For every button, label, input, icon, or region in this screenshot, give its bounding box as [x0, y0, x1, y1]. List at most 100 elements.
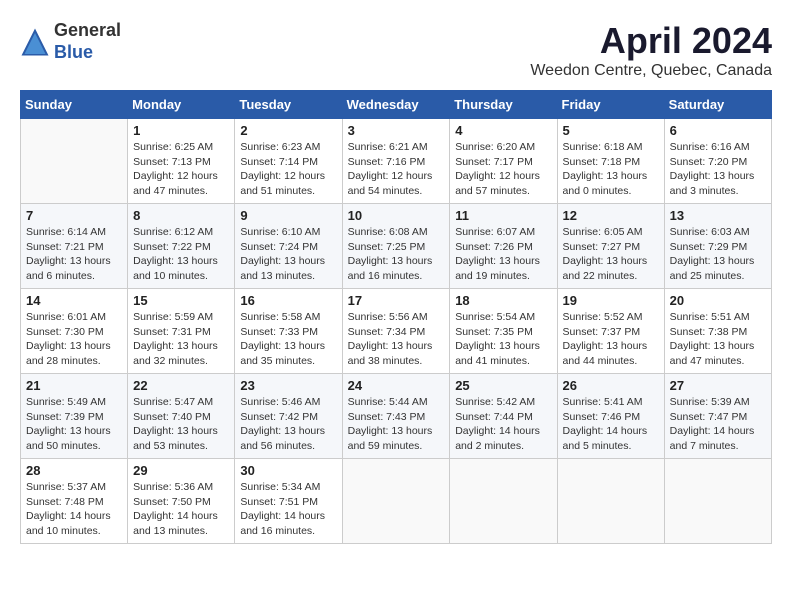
day-number: 9: [240, 208, 336, 223]
day-cell: 15 Sunrise: 5:59 AM Sunset: 7:31 PM Dayli…: [128, 289, 235, 374]
day-cell: 30 Sunrise: 5:34 AM Sunset: 7:51 PM Dayli…: [235, 459, 342, 544]
day-cell: 13 Sunrise: 6:03 AM Sunset: 7:29 PM Dayli…: [664, 204, 771, 289]
day-number: 19: [563, 293, 659, 308]
day-info: Sunrise: 5:42 AM Sunset: 7:44 PM Dayligh…: [455, 395, 551, 454]
day-info: Sunrise: 6:05 AM Sunset: 7:27 PM Dayligh…: [563, 225, 659, 284]
day-cell: 12 Sunrise: 6:05 AM Sunset: 7:27 PM Dayli…: [557, 204, 664, 289]
day-info: Sunrise: 5:39 AM Sunset: 7:47 PM Dayligh…: [670, 395, 766, 454]
day-info: Sunrise: 6:16 AM Sunset: 7:20 PM Dayligh…: [670, 140, 766, 199]
day-info: Sunrise: 6:18 AM Sunset: 7:18 PM Dayligh…: [563, 140, 659, 199]
day-info: Sunrise: 5:51 AM Sunset: 7:38 PM Dayligh…: [670, 310, 766, 369]
day-cell: 10Sunrise: 6:08 AM Sunset: 7:25 PM Dayli…: [342, 204, 450, 289]
day-number: 3: [348, 123, 445, 138]
day-cell: 27 Sunrise: 5:39 AM Sunset: 7:47 PM Dayli…: [664, 374, 771, 459]
day-number: 28: [26, 463, 122, 478]
day-number: 11: [455, 208, 551, 223]
day-info: Sunrise: 6:12 AM Sunset: 7:22 PM Dayligh…: [133, 225, 229, 284]
day-info: Sunrise: 6:03 AM Sunset: 7:29 PM Dayligh…: [670, 225, 766, 284]
day-cell: 18 Sunrise: 5:54 AM Sunset: 7:35 PM Dayli…: [450, 289, 557, 374]
day-number: 5: [563, 123, 659, 138]
day-info: Sunrise: 5:49 AM Sunset: 7:39 PM Dayligh…: [26, 395, 122, 454]
calendar-header-row: SundayMondayTuesdayWednesdayThursdayFrid…: [21, 91, 772, 119]
day-number: 13: [670, 208, 766, 223]
day-cell: [450, 459, 557, 544]
day-info: Sunrise: 5:59 AM Sunset: 7:31 PM Dayligh…: [133, 310, 229, 369]
day-info: Sunrise: 5:58 AM Sunset: 7:33 PM Dayligh…: [240, 310, 336, 369]
day-info: Sunrise: 5:46 AM Sunset: 7:42 PM Dayligh…: [240, 395, 336, 454]
day-info: Sunrise: 6:23 AM Sunset: 7:14 PM Dayligh…: [240, 140, 336, 199]
day-number: 22: [133, 378, 229, 393]
day-cell: 17Sunrise: 5:56 AM Sunset: 7:34 PM Dayli…: [342, 289, 450, 374]
day-cell: 9 Sunrise: 6:10 AM Sunset: 7:24 PM Daylig…: [235, 204, 342, 289]
day-info: Sunrise: 5:44 AM Sunset: 7:43 PM Dayligh…: [348, 395, 445, 454]
day-number: 6: [670, 123, 766, 138]
title-block: April 2024 Weedon Centre, Quebec, Canada: [530, 20, 772, 80]
header-cell-wednesday: Wednesday: [342, 91, 450, 119]
day-number: 24: [348, 378, 445, 393]
week-row-1: 1 Sunrise: 6:25 AM Sunset: 7:13 PM Daylig…: [21, 119, 772, 204]
day-info: Sunrise: 5:52 AM Sunset: 7:37 PM Dayligh…: [563, 310, 659, 369]
logo-text: General Blue: [54, 20, 121, 63]
day-cell: [21, 119, 128, 204]
header-cell-monday: Monday: [128, 91, 235, 119]
day-cell: 6 Sunrise: 6:16 AM Sunset: 7:20 PM Daylig…: [664, 119, 771, 204]
calendar-body: 1 Sunrise: 6:25 AM Sunset: 7:13 PM Daylig…: [21, 119, 772, 544]
day-number: 12: [563, 208, 659, 223]
month-title: April 2024: [530, 20, 772, 62]
week-row-5: 28 Sunrise: 5:37 AM Sunset: 7:48 PM Dayli…: [21, 459, 772, 544]
logo-icon: [20, 27, 50, 57]
day-number: 26: [563, 378, 659, 393]
day-number: 25: [455, 378, 551, 393]
day-number: 29: [133, 463, 229, 478]
header-cell-saturday: Saturday: [664, 91, 771, 119]
day-info: Sunrise: 5:54 AM Sunset: 7:35 PM Dayligh…: [455, 310, 551, 369]
day-number: 15: [133, 293, 229, 308]
day-info: Sunrise: 5:56 AM Sunset: 7:34 PM Dayligh…: [348, 310, 445, 369]
day-number: 4: [455, 123, 551, 138]
day-number: 14: [26, 293, 122, 308]
day-cell: [342, 459, 450, 544]
day-cell: 2 Sunrise: 6:23 AM Sunset: 7:14 PM Daylig…: [235, 119, 342, 204]
day-number: 1: [133, 123, 229, 138]
day-number: 27: [670, 378, 766, 393]
day-cell: 11Sunrise: 6:07 AM Sunset: 7:26 PM Dayli…: [450, 204, 557, 289]
day-number: 8: [133, 208, 229, 223]
day-cell: 21 Sunrise: 5:49 AM Sunset: 7:39 PM Dayli…: [21, 374, 128, 459]
logo: General Blue: [20, 20, 121, 63]
day-cell: 8 Sunrise: 6:12 AM Sunset: 7:22 PM Daylig…: [128, 204, 235, 289]
day-number: 2: [240, 123, 336, 138]
day-info: Sunrise: 5:41 AM Sunset: 7:46 PM Dayligh…: [563, 395, 659, 454]
day-info: Sunrise: 5:34 AM Sunset: 7:51 PM Dayligh…: [240, 480, 336, 539]
day-cell: 1 Sunrise: 6:25 AM Sunset: 7:13 PM Daylig…: [128, 119, 235, 204]
day-info: Sunrise: 6:08 AM Sunset: 7:25 PM Dayligh…: [348, 225, 445, 284]
calendar: SundayMondayTuesdayWednesdayThursdayFrid…: [20, 90, 772, 544]
day-info: Sunrise: 6:10 AM Sunset: 7:24 PM Dayligh…: [240, 225, 336, 284]
header-cell-tuesday: Tuesday: [235, 91, 342, 119]
week-row-4: 21 Sunrise: 5:49 AM Sunset: 7:39 PM Dayli…: [21, 374, 772, 459]
day-cell: 25 Sunrise: 5:42 AM Sunset: 7:44 PM Dayli…: [450, 374, 557, 459]
header-cell-sunday: Sunday: [21, 91, 128, 119]
day-cell: [557, 459, 664, 544]
header: General Blue April 2024 Weedon Centre, Q…: [20, 20, 772, 80]
week-row-2: 7 Sunrise: 6:14 AM Sunset: 7:21 PM Daylig…: [21, 204, 772, 289]
day-info: Sunrise: 6:20 AM Sunset: 7:17 PM Dayligh…: [455, 140, 551, 199]
day-number: 18: [455, 293, 551, 308]
day-info: Sunrise: 6:01 AM Sunset: 7:30 PM Dayligh…: [26, 310, 122, 369]
day-number: 30: [240, 463, 336, 478]
day-info: Sunrise: 6:25 AM Sunset: 7:13 PM Dayligh…: [133, 140, 229, 199]
day-number: 21: [26, 378, 122, 393]
day-number: 23: [240, 378, 336, 393]
day-info: Sunrise: 5:37 AM Sunset: 7:48 PM Dayligh…: [26, 480, 122, 539]
day-cell: 22Sunrise: 5:47 AM Sunset: 7:40 PM Dayli…: [128, 374, 235, 459]
location-title: Weedon Centre, Quebec, Canada: [530, 62, 772, 80]
day-cell: 23 Sunrise: 5:46 AM Sunset: 7:42 PM Dayli…: [235, 374, 342, 459]
day-number: 7: [26, 208, 122, 223]
day-cell: 5 Sunrise: 6:18 AM Sunset: 7:18 PM Daylig…: [557, 119, 664, 204]
day-cell: 7 Sunrise: 6:14 AM Sunset: 7:21 PM Daylig…: [21, 204, 128, 289]
day-cell: 4 Sunrise: 6:20 AM Sunset: 7:17 PM Daylig…: [450, 119, 557, 204]
day-cell: 28 Sunrise: 5:37 AM Sunset: 7:48 PM Dayli…: [21, 459, 128, 544]
day-info: Sunrise: 6:14 AM Sunset: 7:21 PM Dayligh…: [26, 225, 122, 284]
day-cell: 14 Sunrise: 6:01 AM Sunset: 7:30 PM Dayli…: [21, 289, 128, 374]
day-cell: 26 Sunrise: 5:41 AM Sunset: 7:46 PM Dayli…: [557, 374, 664, 459]
day-number: 20: [670, 293, 766, 308]
